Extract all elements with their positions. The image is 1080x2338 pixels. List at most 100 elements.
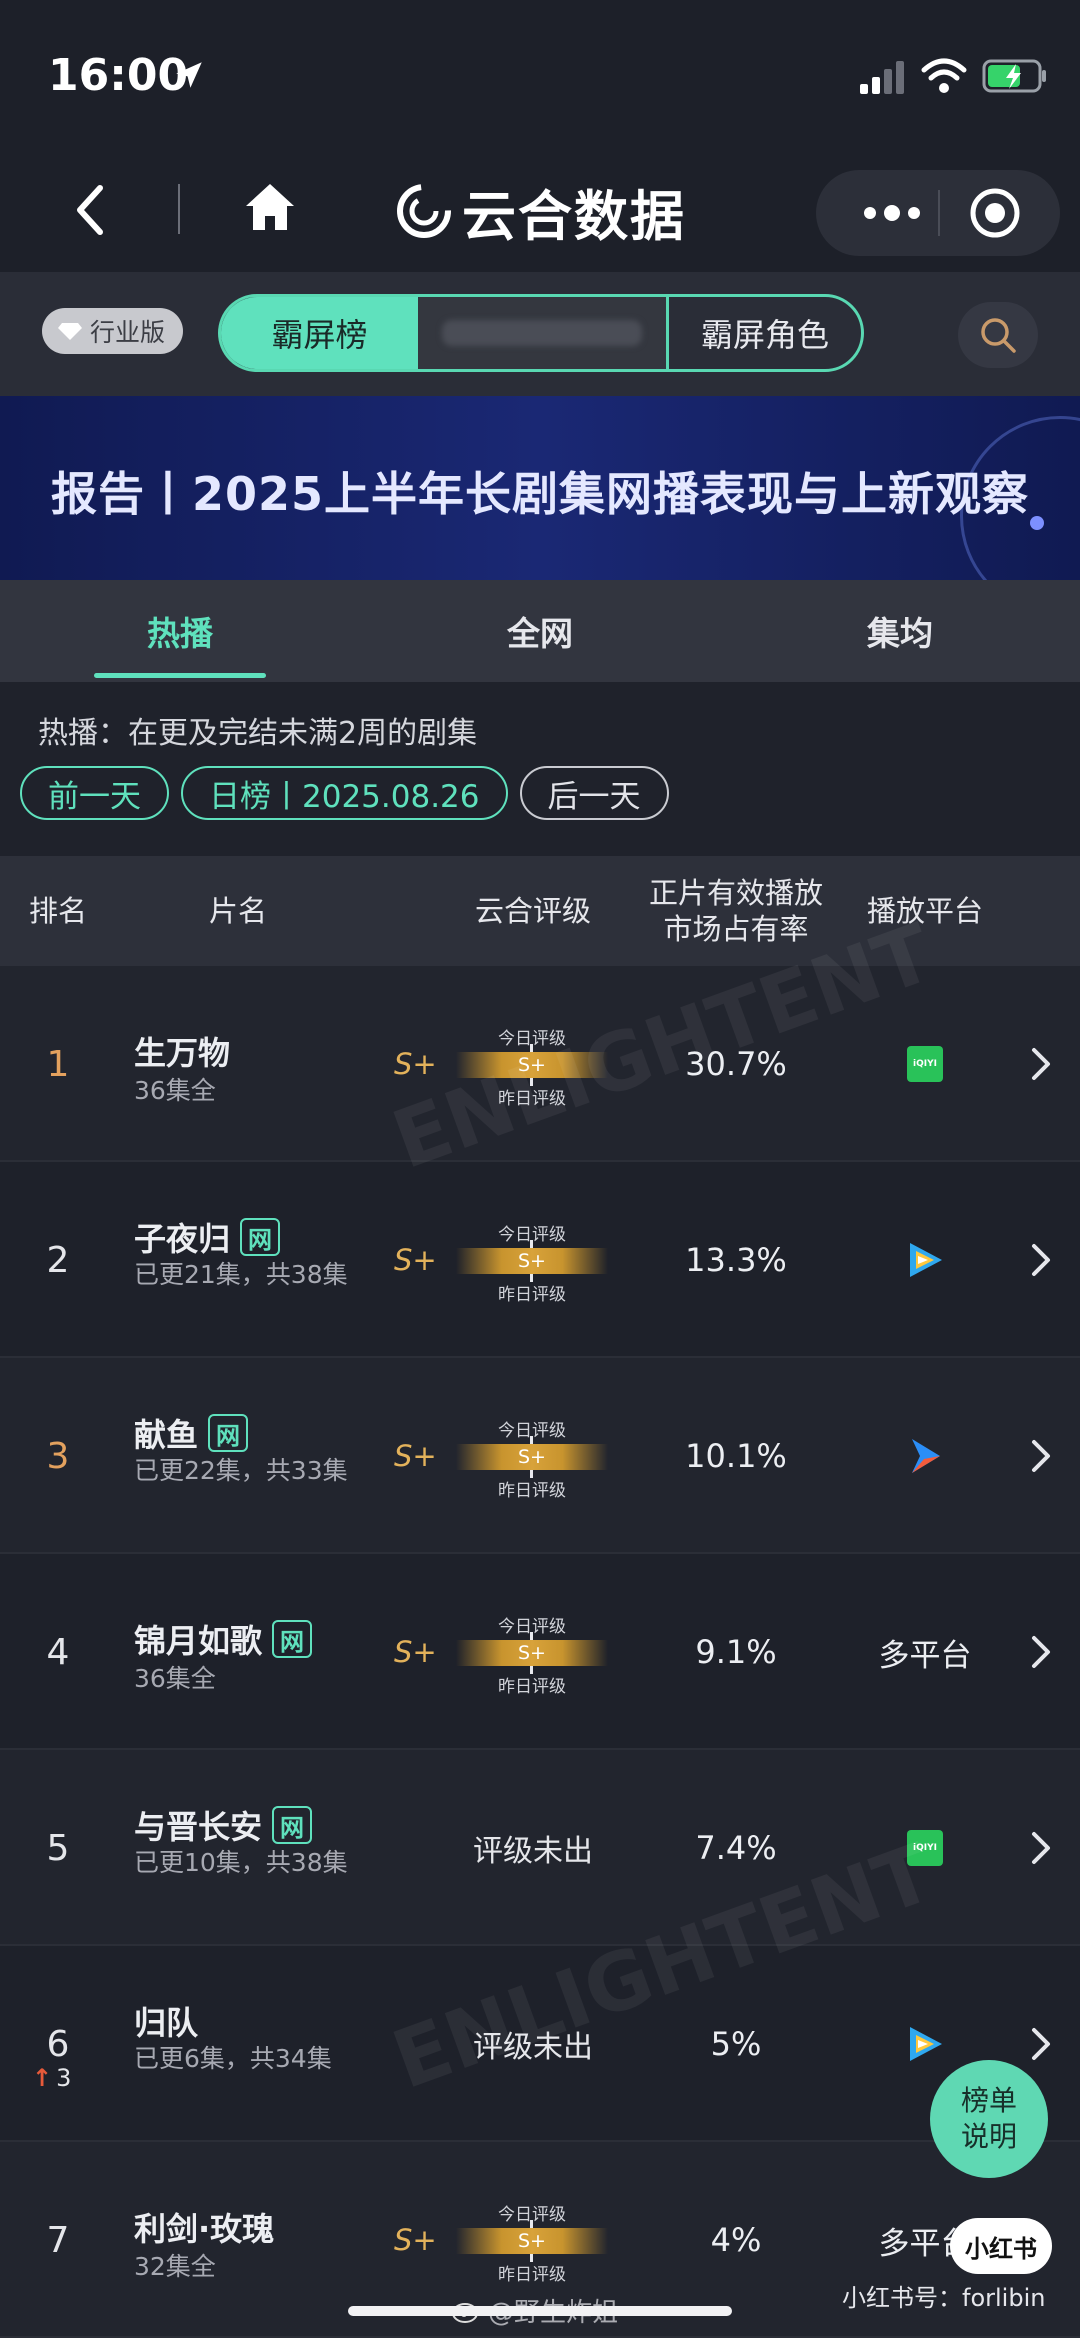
- prev-day-button[interactable]: 前一天: [20, 766, 169, 820]
- status-bar: 16:00: [0, 0, 1080, 150]
- tab-all-network[interactable]: 全网: [360, 580, 720, 682]
- rating-meter: 今日评级 S+ 昨日评级: [456, 1612, 608, 1697]
- market-share: 10.1%: [685, 1437, 787, 1475]
- web-drama-badge: 网: [240, 1218, 281, 1256]
- yunhe-logo-icon: [397, 184, 451, 238]
- status-time: 16:00: [48, 50, 189, 101]
- segment-bapingbang[interactable]: 霸屏榜: [221, 297, 418, 369]
- filter-bar: 行业版 霸屏榜 霸屏角色: [0, 272, 1080, 396]
- rating-meter: 今日评级 S+ 昨日评级: [456, 1416, 608, 1501]
- chevron-right-icon[interactable]: [1030, 1242, 1052, 1278]
- episode-info: 36集全: [134, 1664, 216, 1693]
- chevron-right-icon[interactable]: [1030, 1830, 1052, 1866]
- rating-yesterday-label: 昨日评级: [498, 1285, 566, 1305]
- tab-bar: 热播 全网 集均: [0, 580, 1080, 682]
- diamond-icon: [58, 323, 82, 340]
- tencent-video-icon: [910, 2027, 942, 2061]
- drama-title-text: 献鱼: [134, 1416, 199, 1454]
- capsule-divider: [938, 190, 940, 236]
- battery-charging-icon: [982, 59, 1046, 93]
- rating-tick: [530, 1632, 533, 1640]
- segment-baping-role[interactable]: 霸屏角色: [666, 297, 861, 369]
- web-drama-badge: 网: [272, 1806, 313, 1844]
- home-indicator[interactable]: [348, 2306, 732, 2316]
- header-rank: 排名: [28, 894, 87, 928]
- capsule-menu: [816, 170, 1060, 256]
- chevron-right-icon[interactable]: [1030, 1438, 1052, 1474]
- tab-hot[interactable]: 热播: [0, 580, 360, 682]
- table-row[interactable]: 2 子夜归网已更21集，共38集 S+ 今日评级 S+ 昨日评级 13.3%: [0, 1162, 1080, 1358]
- search-button[interactable]: [958, 302, 1038, 368]
- rating-yesterday-label: 昨日评级: [498, 1481, 566, 1501]
- episode-info: 32集全: [134, 2252, 216, 2281]
- rank-up-icon: ↑: [32, 2064, 53, 2092]
- chevron-right-icon[interactable]: [1030, 1634, 1052, 1670]
- drama-title-text: 归队: [134, 2004, 199, 2042]
- drama-title: 归队: [134, 1998, 198, 2044]
- rating-meter: 今日评级 S+ 昨日评级: [456, 2200, 608, 2285]
- fab-line2: 说明: [960, 2120, 1017, 2153]
- chart-type-switch: 霸屏榜 霸屏角色: [218, 294, 864, 372]
- rating-bar: S+: [456, 1248, 608, 1274]
- back-icon[interactable]: [70, 180, 110, 240]
- rank-change-value: 3: [56, 2064, 72, 2092]
- drama-title: 利剑·玫瑰: [134, 2204, 274, 2250]
- day-switch: 前一天 日榜丨2025.08.26 后一天: [20, 766, 669, 820]
- episode-info: 已更22集，共33集: [134, 1456, 348, 1485]
- drama-title-text: 锦月如歌: [134, 1622, 263, 1660]
- drama-title: 生万物: [134, 1028, 230, 1074]
- industry-label: 行业版: [90, 318, 166, 347]
- rating-tick: [530, 1240, 533, 1248]
- location-arrow-icon: [176, 62, 202, 88]
- header-share-line2: 市场占有率: [663, 912, 809, 946]
- home-icon[interactable]: [242, 180, 298, 236]
- episode-info: 已更10集，共38集: [134, 1848, 348, 1877]
- table-row[interactable]: 4 锦月如歌网 36集全 S+ 今日评级 S+ 昨日评级 9.1% 多平台: [0, 1554, 1080, 1750]
- rating-pending: 评级未出: [473, 1834, 593, 1869]
- table-row[interactable]: 3 献鱼网已更22集，共33集 S+ 今日评级 S+ 昨日评级 10.1%: [0, 1358, 1080, 1554]
- rank-number: 7: [0, 2142, 116, 2338]
- rating-bar: S+: [456, 1444, 608, 1470]
- segment-blurred[interactable]: [418, 297, 666, 369]
- rating-grade: S+: [394, 1243, 437, 1277]
- rank-number: 3: [0, 1358, 116, 1554]
- rank-number: 6 ↑ 3: [0, 1946, 116, 2142]
- close-miniprogram-icon[interactable]: [968, 186, 1022, 240]
- mini-program-nav: 云合数据: [0, 150, 1080, 272]
- rank-value: 1: [46, 1043, 70, 1085]
- drama-title-text: 生万物: [134, 1034, 231, 1072]
- chart-explanation-button[interactable]: 榜单 说明: [930, 2060, 1048, 2178]
- rating-tick: [530, 2220, 533, 2228]
- episode-info: 已更6集，共34集: [134, 2044, 332, 2073]
- tab-per-episode[interactable]: 集均: [720, 580, 1080, 682]
- platform: [832, 1162, 1018, 1358]
- signal-icon: [860, 61, 904, 94]
- rank-value: 3: [46, 1435, 70, 1477]
- iqiyi-icon: iQIYI: [907, 1046, 943, 1082]
- drama-title-text: 子夜归: [134, 1220, 231, 1258]
- drama-title-text: 与晋长安: [134, 1808, 263, 1846]
- industry-edition-badge[interactable]: 行业版: [42, 308, 184, 354]
- rank-value: 7: [46, 2219, 70, 2261]
- rank-number: 1: [0, 966, 116, 1162]
- platform: [832, 1358, 1018, 1554]
- rank-value: 6: [46, 2023, 70, 2065]
- drama-title: 献鱼网: [134, 1410, 249, 1456]
- report-banner[interactable]: 报告丨2025上半年长剧集网播表现与上新观察: [0, 396, 1080, 580]
- rank-value: 5: [46, 1827, 70, 1869]
- chevron-right-icon[interactable]: [1030, 2026, 1052, 2062]
- header-title: 片名: [208, 894, 267, 928]
- date-picker[interactable]: 日榜丨2025.08.26: [181, 766, 508, 820]
- next-day-button[interactable]: 后一天: [519, 766, 669, 820]
- brand: 云合数据: [396, 176, 686, 248]
- more-icon[interactable]: [862, 200, 922, 226]
- search-icon: [981, 318, 1016, 353]
- banner-title: 报告丨2025上半年长剧集网播表现与上新观察: [50, 467, 1030, 521]
- xiaohongshu-logo: 小红书: [950, 2218, 1052, 2274]
- youku-icon: [912, 1439, 940, 1473]
- rating-bar: S+: [456, 1640, 608, 1666]
- market-share: 9.1%: [695, 1633, 777, 1671]
- rating-tick: [530, 1436, 533, 1444]
- chevron-right-icon[interactable]: [1030, 1046, 1052, 1082]
- web-drama-badge: 网: [208, 1414, 249, 1452]
